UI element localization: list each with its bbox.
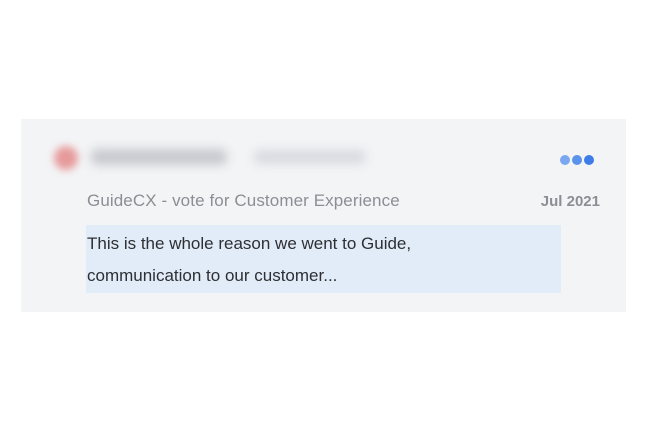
review-card: GuideCX - vote for Customer Experience J… xyxy=(21,119,626,312)
more-dot-icon xyxy=(584,155,594,165)
reviewer-avatar xyxy=(54,146,78,170)
more-dot-icon xyxy=(560,155,570,165)
quote-line: communication to our customer... xyxy=(87,266,338,285)
review-quote: This is the whole reason we went to Guid… xyxy=(86,225,561,293)
review-date: Jul 2021 xyxy=(540,193,600,210)
reviewer-company-redacted xyxy=(254,150,366,164)
more-options-button[interactable] xyxy=(560,153,602,167)
review-header xyxy=(21,119,626,199)
reviewer-name-redacted xyxy=(91,149,227,165)
quote-line: This is the whole reason we went to Guid… xyxy=(87,234,412,253)
more-dot-icon xyxy=(572,155,582,165)
review-source-title: GuideCX - vote for Customer Experience xyxy=(87,191,400,210)
